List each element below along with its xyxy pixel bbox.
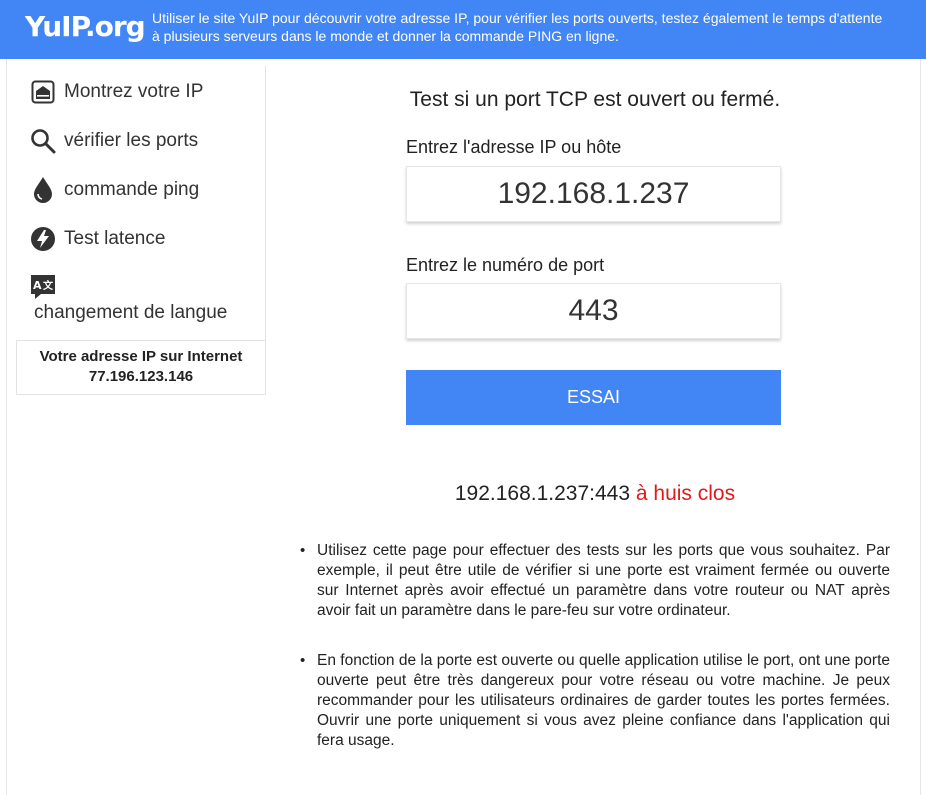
ip-address-box: Votre adresse IP sur Internet 77.196.123… [16, 340, 266, 395]
site-logo[interactable]: YuIP.org [25, 10, 146, 43]
bullet-icon: • [300, 542, 306, 559]
search-icon [30, 128, 56, 154]
lightning-icon [30, 226, 56, 252]
sidebar-item-latency[interactable]: Test latence [30, 226, 165, 252]
sidebar-item-label: vérifier les ports [64, 130, 199, 151]
sidebar-item-label: Montrez votre IP [64, 81, 204, 102]
page-border [920, 59, 921, 795]
sidebar-nav: Montrez votre IP vérifier les ports comm… [16, 66, 266, 340]
result-target: 192.168.1.237:443 [454, 482, 631, 505]
ip-box-title: Votre adresse IP sur Internet [39, 348, 243, 365]
result-status: à huis clos [635, 482, 736, 505]
page-border [6, 59, 7, 795]
page-title: Test si un port TCP est ouvert ou fermé. [409, 88, 781, 111]
translate-icon[interactable]: A 文 [30, 274, 56, 300]
result-line: 192.168.1.237:443 à huis clos [270, 482, 920, 506]
router-icon [30, 79, 56, 105]
sidebar-item-label: Test latence [64, 228, 166, 249]
info-list: • Utilisez cette page pour effectuer des… [298, 541, 890, 781]
list-item: • Utilisez cette page pour effectuer des… [298, 541, 890, 621]
sidebar-item-label: commande ping [64, 179, 200, 200]
drop-icon [30, 177, 56, 203]
sidebar-item-check-ports[interactable]: vérifier les ports [30, 128, 198, 154]
test-button[interactable]: ESSAI [406, 370, 781, 425]
port-input[interactable]: 443 [406, 283, 781, 339]
svg-text:A: A [33, 279, 42, 292]
bullet-icon: • [300, 652, 306, 669]
info-text: En fonction de la porte est ouverte ou q… [317, 652, 891, 749]
svg-text:文: 文 [43, 279, 54, 292]
info-text: Utilisez cette page pour effectuer des t… [317, 542, 890, 619]
sidebar-item-ping[interactable]: commande ping [30, 177, 199, 203]
host-input[interactable]: 192.168.1.237 [406, 166, 781, 222]
port-label: Entrez le numéro de port [406, 255, 605, 275]
list-item: • En fonction de la porte est ouverte ou… [298, 651, 890, 751]
host-label: Entrez l'adresse IP ou hôte [406, 137, 622, 157]
header-bar: YuIP.org Utiliser le site YuIP pour déco… [0, 0, 926, 59]
header-tagline: Utiliser le site YuIP pour découvrir vot… [152, 10, 883, 44]
ip-box-value: 77.196.123.146 [88, 368, 194, 385]
sidebar-item-language[interactable]: changement de langue [34, 302, 227, 324]
sidebar-item-show-ip[interactable]: Montrez votre IP [30, 79, 203, 105]
